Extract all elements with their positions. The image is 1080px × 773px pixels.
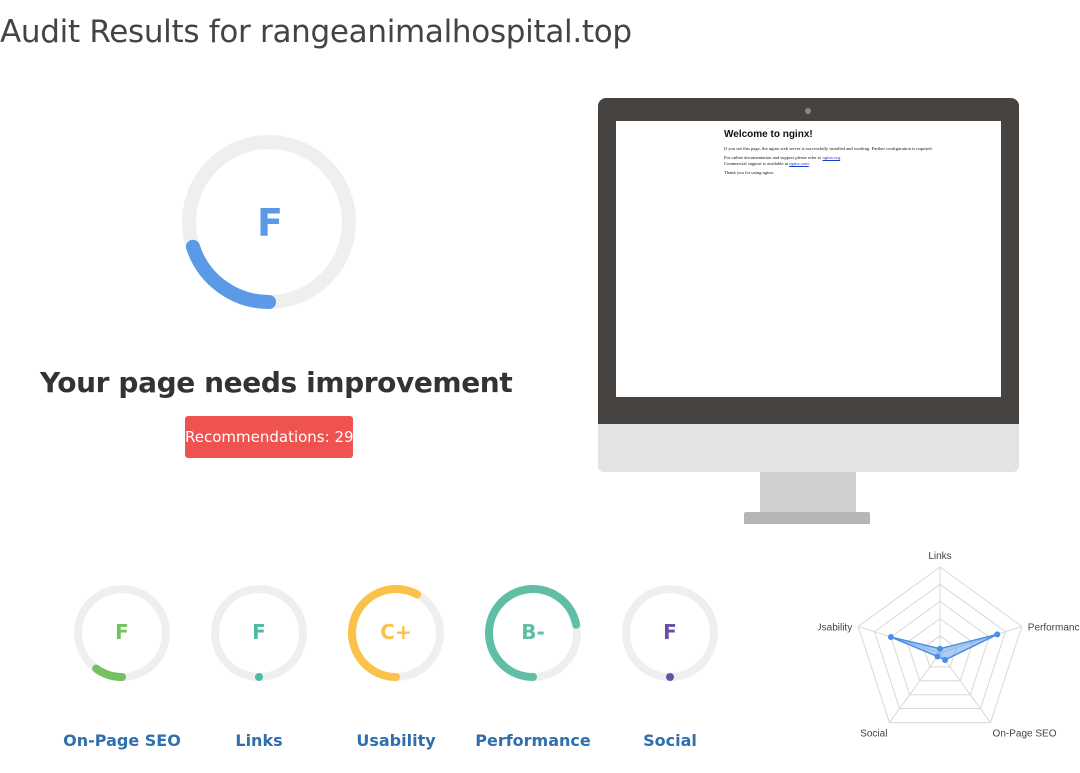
website-preview-monitor: Welcome to nginx! If you see this page, … (598, 98, 1019, 524)
monitor-stand-foot (744, 512, 870, 524)
radar-axis-label: Links (928, 551, 951, 562)
links-label[interactable]: Links (179, 731, 339, 750)
radar-point-on-page-seo[interactable] (942, 656, 949, 663)
onpage-seo-grade: F (115, 620, 129, 644)
preview-text-commercial: Commercial support is available at (724, 160, 789, 166)
social-grade: F (663, 620, 677, 644)
radar-point-usability[interactable] (887, 634, 894, 641)
overall-gauge-progress (185, 239, 276, 309)
camera-dot (805, 108, 811, 114)
overall-score-gauge: F (180, 109, 360, 339)
radar-axis-line (939, 652, 991, 723)
preview-paragraph-1: If you see this page, the nginx web serv… (724, 146, 933, 151)
usability-label[interactable]: Usability (316, 731, 476, 750)
radar-axis-label: On-Page SEO (993, 729, 1057, 740)
monitor-bezel: Welcome to nginx! If you see this page, … (598, 98, 1019, 424)
social-label[interactable]: Social (590, 731, 750, 750)
links-grade: F (252, 620, 266, 644)
radar-point-performance[interactable] (994, 631, 1001, 638)
category-radar-chart: Links Performance On-Page SEO Social Usabili… (814, 538, 1080, 768)
radar-axis-label: Usability (818, 622, 852, 633)
onpage-seo-gauge-progress (92, 664, 126, 681)
preview-heading: Welcome to nginx! (724, 129, 813, 140)
preview-paragraph-2: For online documentation and support ple… (724, 155, 842, 166)
nginx-welcome-page: Welcome to nginx! If you see this page, … (724, 129, 994, 180)
overall-headline: Your page needs improvement (40, 366, 513, 399)
radar-axis-label: Social (860, 729, 887, 740)
radar-chart-svg: Links Performance On-Page SEO Social Usabili… (814, 551, 1080, 740)
preview-link-nginx-org[interactable]: nginx.org (823, 155, 841, 160)
recommendations-button[interactable]: Recommendations: 29 (185, 416, 354, 458)
page-title: Audit Results for rangeanimalhospital.to… (0, 14, 632, 50)
radar-axis-label: Performance (1028, 622, 1080, 633)
radar-axis-line (889, 652, 941, 723)
monitor-stand-neck (760, 472, 856, 512)
onpage-seo-label[interactable]: On-Page SEO (42, 731, 202, 750)
monitor-chin (598, 424, 1019, 472)
overall-grade: F (257, 201, 283, 245)
performance-grade: B- (521, 620, 545, 644)
radar-point-links[interactable] (937, 645, 943, 652)
website-screenshot: Welcome to nginx! If you see this page, … (616, 121, 1001, 397)
preview-text-docs: For online documentation and support ple… (724, 155, 822, 161)
preview-paragraph-3: Thank you for using nginx. (724, 170, 775, 176)
radar-point-social[interactable] (934, 653, 941, 660)
usability-grade: C+ (380, 620, 412, 644)
preview-link-nginx-com[interactable]: nginx.com (789, 161, 809, 166)
performance-label[interactable]: Performance (453, 731, 613, 750)
